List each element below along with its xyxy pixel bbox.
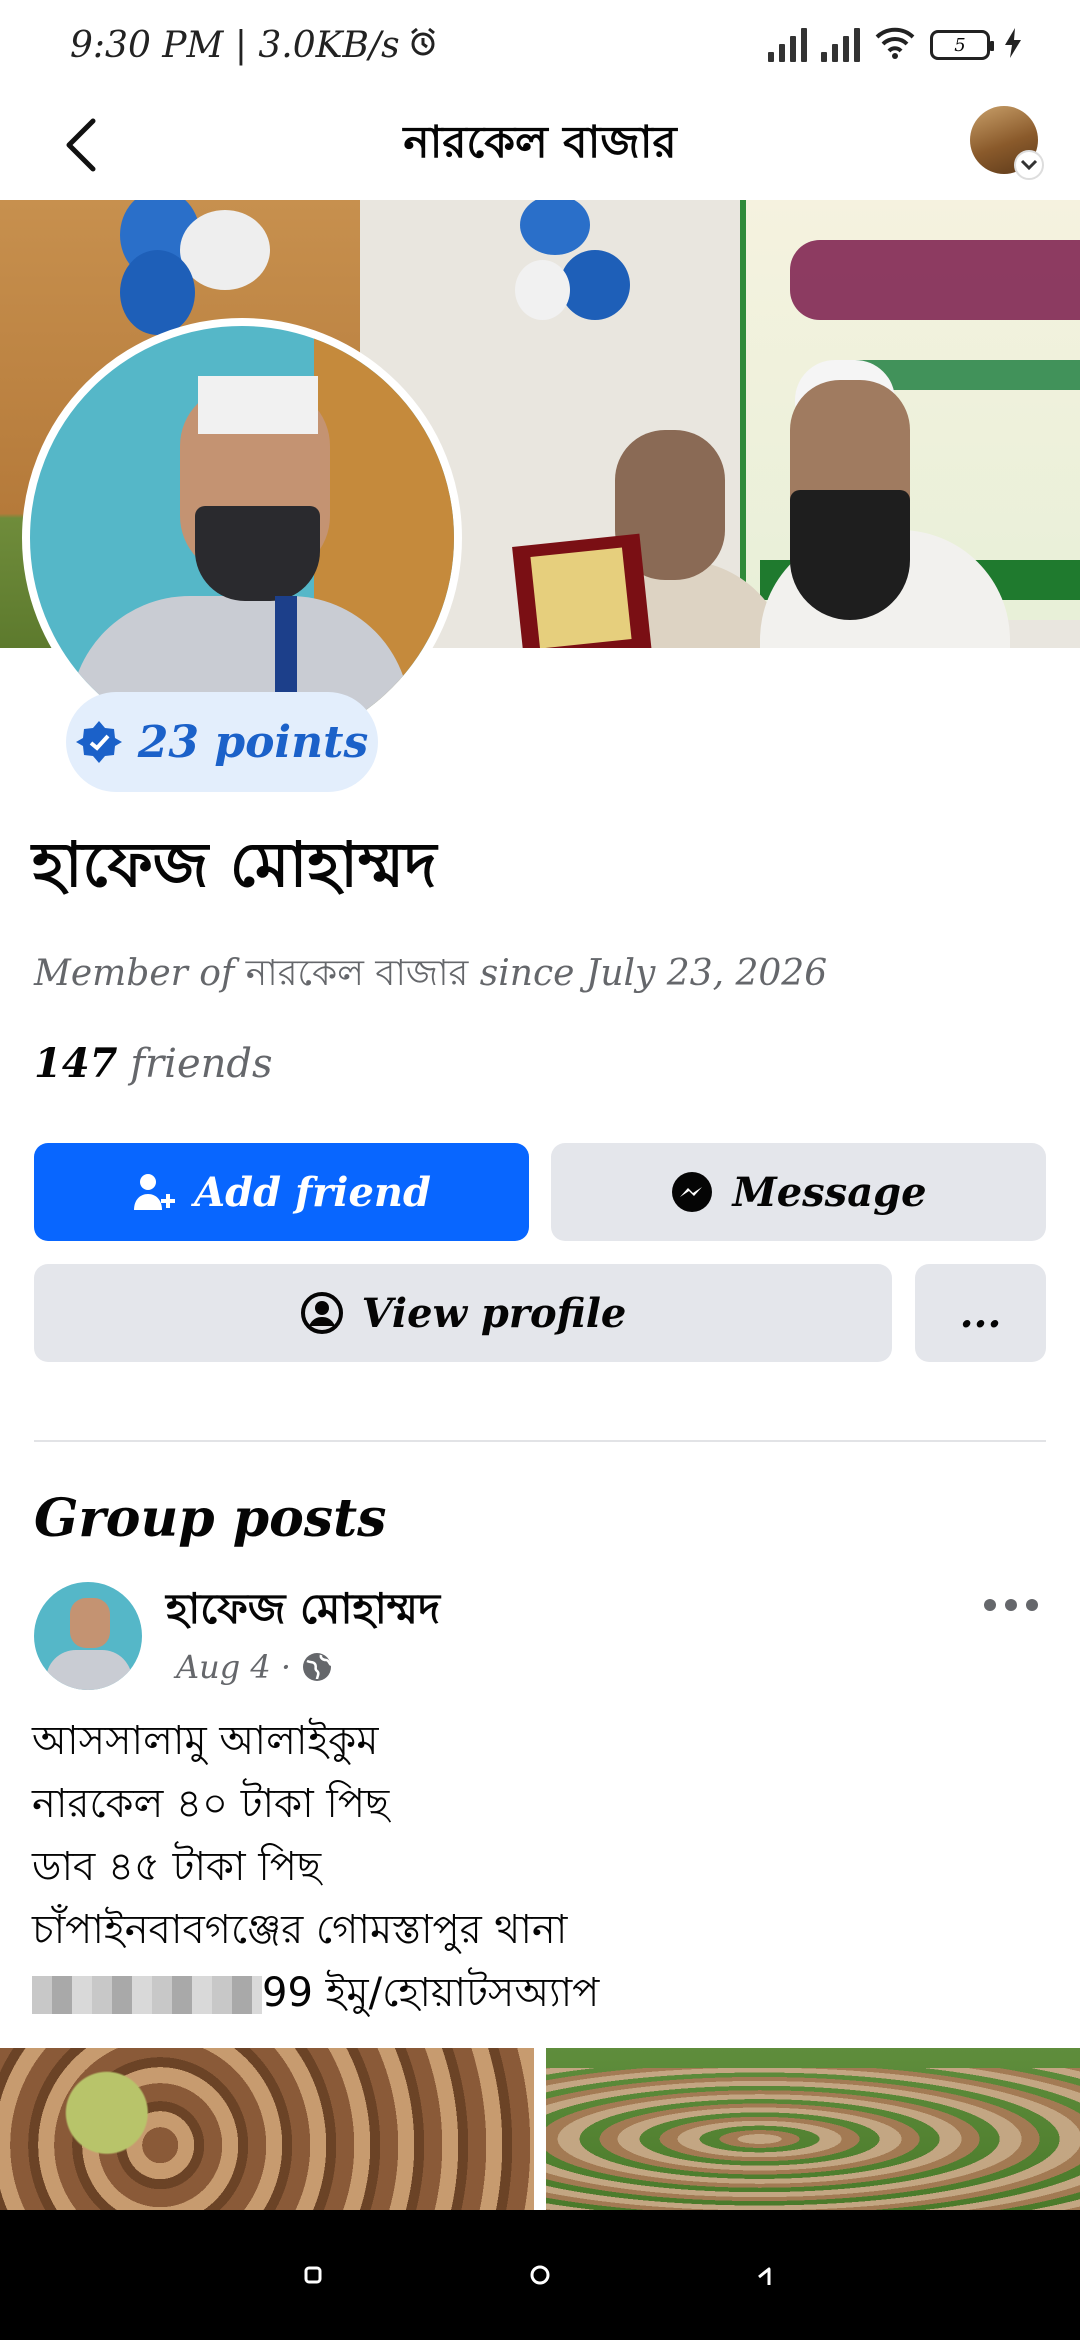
profile-name: হাফেজ মোহাম্মদ — [32, 828, 437, 901]
status-icons: 5 — [768, 26, 1022, 64]
battery-icon: 5 — [930, 30, 994, 60]
points-icon — [75, 721, 122, 763]
alarm-icon — [408, 25, 438, 66]
phone-suffix: 99 ইমু/হোয়াটসঅ্যাপ — [262, 1970, 600, 2016]
masked-phone — [32, 1976, 262, 2014]
post-photo-2[interactable] — [546, 2048, 1080, 2210]
back-nav-button[interactable] — [727, 2235, 807, 2315]
signal-icon-2 — [821, 28, 860, 62]
member-since: since July 23, 2026 — [479, 953, 828, 994]
post-meta: Aug 4 · — [176, 1648, 333, 1686]
system-nav-bar — [0, 2210, 1080, 2340]
add-friend-label: Add friend — [194, 1168, 431, 1216]
more-horizontal-icon — [984, 1599, 1038, 1611]
message-button[interactable]: Message — [551, 1143, 1046, 1241]
status-time-group: 9:30 PM | 3.0KB/s — [70, 25, 438, 66]
add-friend-icon — [134, 1174, 176, 1210]
globe-icon — [303, 1653, 332, 1681]
status-time-speed: 9:30 PM | 3.0KB/s — [70, 24, 400, 66]
profile-icon — [300, 1292, 343, 1334]
post-line: আসসালামু আলাইকুম — [32, 1718, 379, 1764]
view-profile-button[interactable]: View profile — [34, 1264, 892, 1362]
friends-label: friends — [130, 1041, 273, 1087]
message-label: Message — [732, 1168, 927, 1216]
friends-number: 147 — [34, 1040, 118, 1087]
membership-info: Member of নারকেল বাজার since July 23, 20… — [34, 946, 827, 1006]
points-label: 23 points — [137, 716, 369, 768]
group-posts-heading: Group posts — [34, 1488, 387, 1549]
post-line-phone: 99 ইমু/হোয়াটসঅ্যাপ — [32, 1962, 599, 2025]
member-prefix: Member of — [34, 953, 235, 994]
member-group: নারকেল বাজার — [245, 953, 469, 994]
top-app-bar: নারকেল বাজার — [0, 90, 1080, 200]
recents-button[interactable] — [273, 2235, 353, 2315]
friends-count: 147 friends — [34, 1040, 273, 1087]
home-button[interactable] — [500, 2235, 580, 2315]
charging-icon — [1004, 27, 1022, 63]
points-badge[interactable]: 23 points — [66, 692, 378, 792]
wifi-icon — [874, 26, 916, 64]
page-title: নারকেল বাজার — [403, 116, 677, 168]
square-icon — [304, 2266, 322, 2284]
more-options-label: ... — [959, 1289, 1002, 1337]
back-triangle-icon — [757, 2267, 771, 2285]
back-button[interactable] — [50, 112, 110, 178]
divider — [34, 1440, 1046, 1442]
account-avatar[interactable] — [970, 106, 1044, 180]
post-line: ডাব ৪৫ টাকা পিছ — [32, 1844, 322, 1890]
status-bar: 9:30 PM | 3.0KB/s 5 — [0, 0, 1080, 90]
back-arrow-icon — [66, 118, 96, 172]
post-text: আসসালামু আলাইকুম নারকেল ৪০ টাকা পিছ ডাব … — [32, 1710, 599, 2025]
add-friend-button[interactable]: Add friend — [34, 1143, 529, 1241]
post-photo-1[interactable] — [0, 2048, 534, 2210]
post-author-avatar[interactable] — [34, 1582, 142, 1690]
post-author-name[interactable]: হাফেজ মোহাম্মদ — [166, 1576, 440, 1647]
view-profile-label: View profile — [361, 1289, 627, 1337]
chevron-down-icon — [1014, 150, 1044, 180]
signal-icon — [768, 28, 807, 62]
post-date[interactable]: Aug 4 · — [176, 1648, 291, 1686]
circle-icon — [530, 2265, 550, 2285]
post-line: চাঁপাইনবাবগঞ্জের গোমস্তাপুর থানা — [32, 1907, 568, 1953]
battery-level: 5 — [954, 34, 966, 56]
messenger-icon — [672, 1172, 713, 1212]
post-more-button[interactable] — [976, 1580, 1046, 1630]
more-options-button[interactable]: ... — [915, 1264, 1046, 1362]
post-line: নারকেল ৪০ টাকা পিছ — [32, 1781, 390, 1827]
